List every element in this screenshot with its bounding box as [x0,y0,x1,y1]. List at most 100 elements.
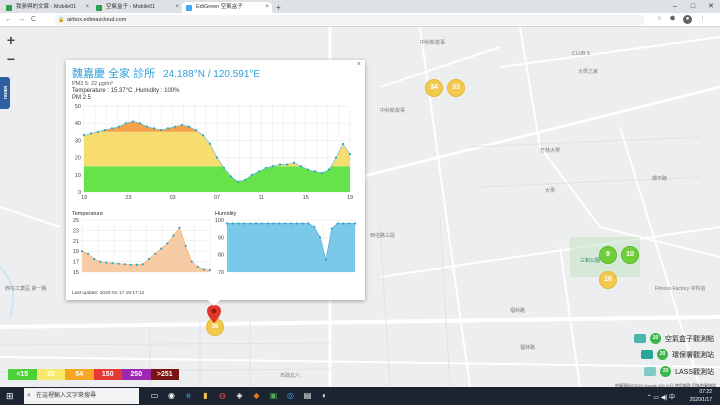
temperature-chart: 15 17 19 21 23 25 [73,218,212,276]
data-point [341,142,345,145]
data-point [353,222,357,225]
y-tick-label: 90 [218,235,224,241]
data-point [93,257,96,261]
area-fill [227,223,355,272]
clock[interactable]: 07:22 2020/1/17 [690,388,712,404]
map-label: 中科新故事 [380,108,406,114]
menu-toggle-button[interactable]: MENU [0,77,10,109]
data-point [348,222,351,225]
data-point [330,227,333,230]
taskbar-search-box[interactable]: ⌕ 在這裡輸入文字來搜尋 [24,388,139,404]
station-marker[interactable]: 10 [621,246,639,264]
data-point [96,130,100,133]
legend-lass[interactable]: 20 LASS觀測站 [644,366,714,377]
station-coordinates: 24.188°N / 120.591°E [163,69,261,80]
reload-icon[interactable]: C [31,13,36,27]
chrome-icon[interactable]: ◍ [214,388,231,404]
data-point [307,222,310,225]
map-label: 竹林大學 [540,148,561,154]
address-bar-row: ← → C 🔒 airbox.edimaxcloud.com ☆ ⬢ ● ⋮ [0,13,720,27]
data-point [178,226,181,229]
minimize-button[interactable]: – [666,0,684,13]
legend-swatch: 250 [122,369,151,380]
map-label: 福科路 [510,308,526,314]
legend-epa[interactable]: 20 環保署觀測站 [641,349,714,360]
search-placeholder: 在這裡輸入文字來搜尋 [36,393,97,399]
data-point [202,268,206,271]
data-point [103,128,107,132]
zoom-out-button[interactable]: − [4,51,18,67]
extension-icon[interactable]: ⬢ [668,15,677,24]
app-icon[interactable]: ▣ [265,388,282,404]
close-tab-icon[interactable]: × [175,2,179,13]
data-point [110,127,114,130]
app-icon[interactable]: ◉ [163,388,180,404]
data-point [313,170,317,173]
data-point [295,222,298,225]
close-tab-icon[interactable]: × [265,2,269,13]
data-point [141,263,145,266]
task-view-icon[interactable]: ▭ [146,388,163,404]
map-pin-icon[interactable] [207,305,221,325]
browser-menu-icon[interactable]: ⋮ [698,15,707,24]
station-marker[interactable]: 9 [599,246,617,264]
map-label: 三和公園 [580,258,601,264]
data-point [201,134,205,137]
edge-icon[interactable]: e [180,388,197,404]
forward-icon[interactable]: → [18,13,25,27]
data-point [190,260,193,263]
browser-tab[interactable]: 我參與的文章 - Mobile01 × [2,2,92,13]
zoom-in-button[interactable]: + [4,32,18,48]
close-tab-icon[interactable]: × [85,2,89,13]
legend-airbox[interactable]: 20 空氣盒子觀測點 [634,333,714,344]
tab-favicon [96,5,102,11]
station-count-badge: 20 [660,366,672,377]
url-input[interactable]: 🔒 airbox.edimaxcloud.com [55,15,645,25]
data-point [278,163,282,166]
file-explorer-icon[interactable]: ▮ [197,388,214,404]
data-point [80,250,84,253]
y-tick-label: 10 [75,173,81,179]
map-label: 西屯路三段 [370,233,396,239]
app-icon[interactable]: ◐ [316,388,333,404]
data-point [117,125,121,128]
back-icon[interactable]: ← [5,13,12,27]
legend-swatch: >251 [150,369,179,380]
station-marker[interactable]: 18 [599,271,617,289]
tab-title: EdiGreen 空氣盒子 [196,4,243,10]
profile-avatar[interactable]: ● [683,15,692,24]
close-popup-button[interactable]: × [357,61,361,68]
data-point [243,222,246,225]
data-point [324,258,328,261]
data-point [82,134,86,137]
maximize-button[interactable]: □ [684,0,702,13]
browser-tab-active[interactable]: EdiGreen 空氣盒子 × [182,2,272,13]
station-marker[interactable]: 33 [447,79,465,97]
app-icon[interactable]: ▤ [299,388,316,404]
humidity-chart-heading: Humidity [215,211,237,217]
y-tick-label: 19 [73,249,79,255]
windows-taskbar: ⊞ ⌕ 在這裡輸入文字來搜尋 ▭ ◉ e ▮ ◍ ◈ ◆ ▣ ◎ ▤ ◐ ⌃ ▭ … [0,387,720,405]
browser-tab[interactable]: 空氣盒子 - Mobile01 × [92,2,182,13]
new-tab-button[interactable]: + [272,2,285,13]
data-point [334,156,338,159]
data-point [237,222,240,225]
bookmark-star-icon[interactable]: ☆ [655,15,664,24]
data-point [131,120,135,123]
data-point [243,178,247,182]
map-label: 西屯工業區 第一路 [5,286,47,292]
clock-time: 07:22 [699,389,712,395]
system-tray-icons[interactable]: ⌃ ▭ ◀) 中 [647,392,675,401]
data-point [327,168,331,171]
close-window-button[interactable]: ✕ [702,0,720,13]
legend-swatch: <15 [8,369,37,380]
app-icon[interactable]: ◎ [282,388,299,404]
data-point [117,262,120,265]
y-tick-label: 30 [75,138,81,144]
data-point [173,125,177,128]
app-icon[interactable]: ◆ [248,388,265,404]
app-icon[interactable]: ◈ [231,388,248,404]
map-label: 大學 [545,188,556,194]
start-button[interactable]: ⊞ [6,391,16,401]
station-marker[interactable]: 34 [425,79,443,97]
